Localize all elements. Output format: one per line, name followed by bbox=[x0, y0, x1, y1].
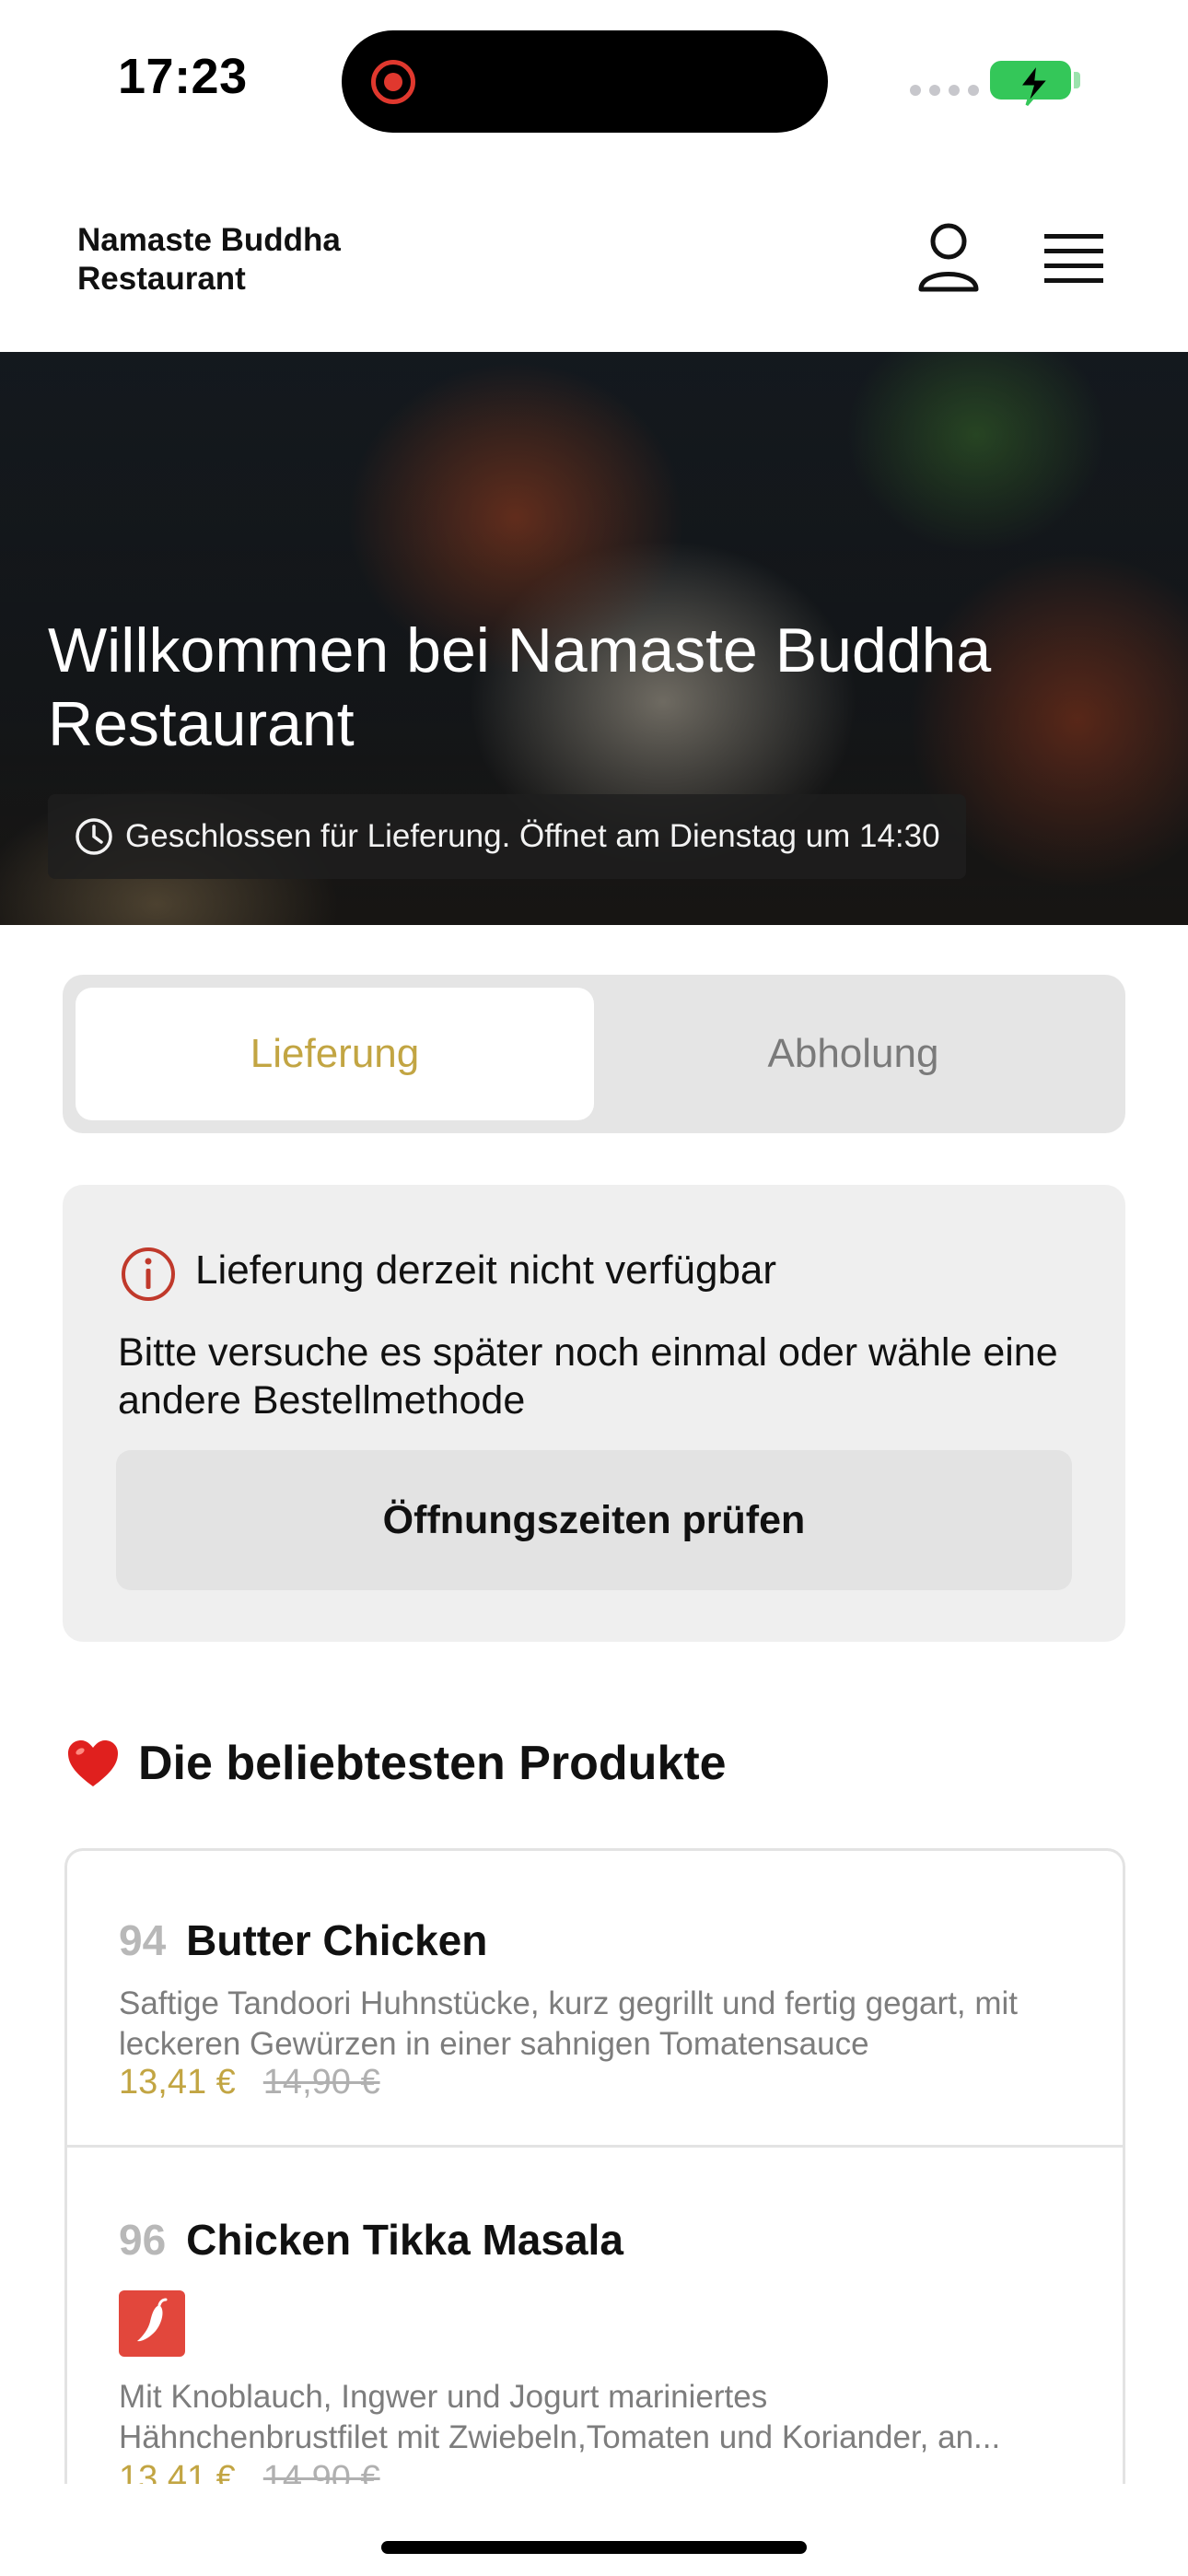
product-price: 13,41 € 14,90 € bbox=[119, 2459, 380, 2484]
bottom-safe-area bbox=[0, 2484, 1188, 2576]
signal-icon bbox=[910, 85, 979, 96]
info-alert-icon bbox=[122, 1247, 175, 1301]
product-name: Chicken Tikka Masala bbox=[186, 2216, 623, 2264]
account-button[interactable] bbox=[916, 221, 981, 295]
restaurant-name-line2: Restaurant bbox=[77, 261, 246, 297]
product-description-line2: Hähnchenbrustfilet mit Zwiebeln,Tomaten … bbox=[119, 2419, 1001, 2455]
product-price-current: 13,41 € bbox=[119, 2459, 236, 2484]
product-price-current: 13,41 € bbox=[119, 2063, 236, 2102]
product-header: 96 Chicken Tikka Masala bbox=[119, 2215, 623, 2265]
delivery-unavailable-notice: Lieferung derzeit nicht verfügbar Bitte … bbox=[63, 1185, 1125, 1642]
popular-products-heading: Die beliebtesten Produkte bbox=[66, 1736, 727, 1791]
tab-abholung[interactable]: Abholung bbox=[594, 988, 1112, 1120]
product-header: 94 Butter Chicken bbox=[119, 1915, 487, 1965]
product-price-old: 14,90 € bbox=[262, 2459, 380, 2484]
dynamic-island bbox=[342, 30, 828, 133]
home-indicator[interactable] bbox=[381, 2541, 807, 2554]
product-card[interactable]: 94 Butter Chicken Saftige Tandoori Huhns… bbox=[67, 1851, 1123, 2148]
battery-charging-icon bbox=[990, 61, 1071, 106]
product-list: 94 Butter Chicken Saftige Tandoori Huhns… bbox=[64, 1848, 1125, 2484]
product-number: 94 bbox=[119, 1916, 167, 1964]
tab-lieferung[interactable]: Lieferung bbox=[76, 988, 594, 1120]
product-card[interactable]: 96 Chicken Tikka Masala Mit Knoblauch, I… bbox=[67, 2150, 1123, 2484]
product-number: 96 bbox=[119, 2216, 167, 2264]
chili-icon bbox=[119, 2290, 185, 2357]
product-price: 13,41 € 14,90 € bbox=[119, 2063, 380, 2102]
clock-icon bbox=[76, 818, 112, 855]
opening-status-badge: Geschlossen für Lieferung. Öffnet am Die… bbox=[48, 794, 966, 879]
recording-indicator-icon bbox=[371, 60, 415, 104]
status-time: 17:23 bbox=[118, 49, 248, 104]
hero-banner: Willkommen bei Namaste Buddha Restaurant… bbox=[0, 352, 1188, 925]
popular-products-title: Die beliebtesten Produkte bbox=[138, 1737, 727, 1790]
product-description: Mit Knoblauch, Ingwer und Jogurt marinie… bbox=[119, 2377, 1086, 2458]
notice-text: Bitte versuche es später noch einmal ode… bbox=[118, 1330, 1058, 1423]
menu-button[interactable] bbox=[1041, 227, 1109, 289]
order-mode-toggle: Lieferung Abholung bbox=[63, 975, 1125, 1133]
restaurant-name-line1: Namaste Buddha bbox=[77, 222, 341, 258]
opening-status-text: Geschlossen für Lieferung. Öffnet am Die… bbox=[125, 818, 940, 854]
check-opening-hours-button[interactable]: Öffnungszeiten prüfen bbox=[116, 1450, 1072, 1590]
status-bar: 17:23 bbox=[0, 0, 1188, 157]
heart-icon bbox=[68, 1740, 118, 1786]
notice-title: Lieferung derzeit nicht verfügbar bbox=[195, 1247, 777, 1293]
hero-title: Willkommen bei Namaste Buddha Restaurant bbox=[48, 615, 992, 759]
user-icon bbox=[918, 223, 979, 292]
battery-cap bbox=[1074, 72, 1080, 88]
restaurant-name[interactable]: Namaste Buddha Restaurant bbox=[77, 221, 446, 299]
app-header: Namaste Buddha Restaurant bbox=[0, 157, 1188, 352]
hamburger-menu-icon bbox=[1044, 234, 1103, 283]
product-description: Saftige Tandoori Huhnstücke, kurz gegril… bbox=[119, 1985, 1018, 2062]
product-description-line1: Mit Knoblauch, Ingwer und Jogurt marinie… bbox=[119, 2379, 768, 2415]
product-price-old: 14,90 € bbox=[262, 2063, 380, 2102]
product-name: Butter Chicken bbox=[186, 1916, 488, 1964]
